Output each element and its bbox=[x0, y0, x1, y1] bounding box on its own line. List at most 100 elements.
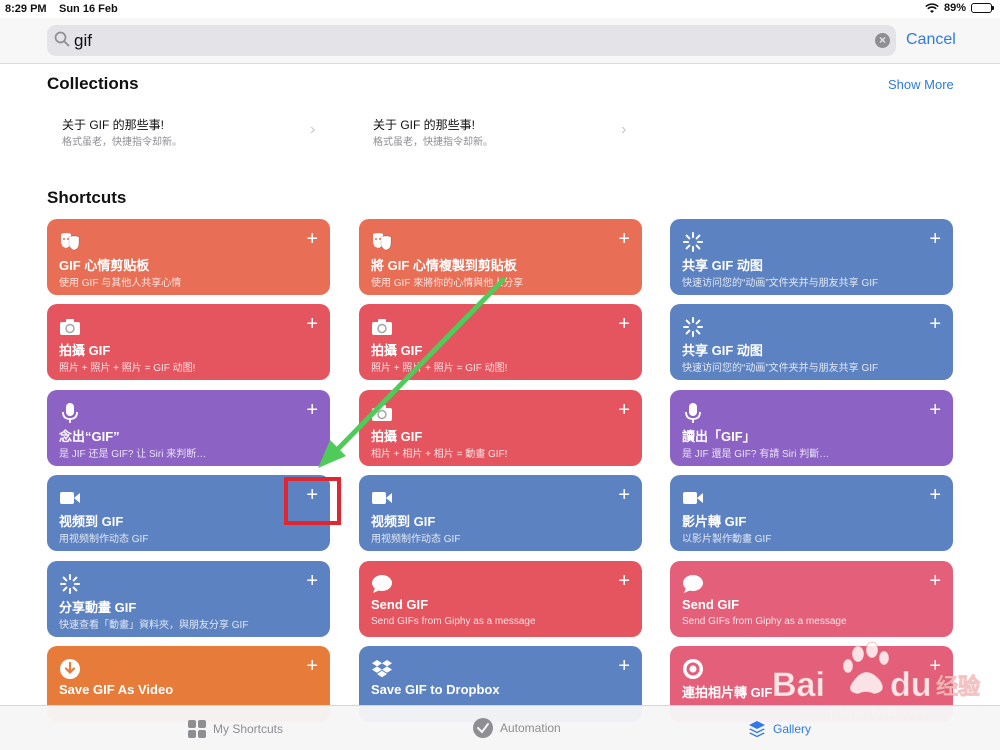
shortcut-card[interactable]: + Send GIF Send GIFs from Giphy as a messa… bbox=[359, 561, 642, 637]
show-more-link[interactable]: Show More bbox=[888, 77, 954, 92]
shortcut-title: 念出“GIF” bbox=[59, 429, 120, 444]
shortcut-subtitle: Send GIFs from Giphy as a message bbox=[371, 616, 536, 627]
svg-text:Bai: Bai bbox=[772, 666, 825, 704]
tab-bar: My Shortcuts Automation Gallery bbox=[0, 705, 1000, 750]
collection-subtitle: 格式虽老，快捷指令却新。 bbox=[62, 137, 182, 148]
shortcut-title: Save GIF As Video bbox=[59, 682, 174, 697]
dropbox-icon bbox=[371, 658, 393, 680]
wifi-icon bbox=[925, 2, 939, 13]
layers-icon bbox=[749, 721, 765, 738]
video-camera-icon bbox=[59, 487, 81, 509]
shortcut-subtitle: 使用 GIF 与其他人共享心情 bbox=[59, 278, 182, 289]
shortcut-title: 影片轉 GIF bbox=[682, 514, 747, 529]
shortcut-card[interactable]: + 讀出「GIF」是 JIF 還是 GIF? 有請 Siri 判斷… bbox=[670, 390, 953, 466]
shortcut-subtitle: 用视频制作动态 GIF bbox=[371, 534, 461, 545]
shortcut-card[interactable]: + 念出“GIF” 是 JIF 还是 GIF? 让 Siri 来判断… bbox=[47, 390, 330, 466]
shortcut-title: 共享 GIF 动图 bbox=[682, 343, 763, 358]
speech-bubble-icon bbox=[682, 573, 704, 595]
shortcut-subtitle: 照片 + 照片 + 照片 = GIF 动图! bbox=[59, 363, 196, 374]
shortcut-subtitle: 照片 + 照片 + 照片 = GIF 动图! bbox=[371, 363, 508, 374]
shortcut-card[interactable]: + Send GIF Send GIFs from Giphy as a messa… bbox=[670, 561, 953, 637]
camera-icon bbox=[371, 402, 393, 424]
svg-text:经验: 经验 bbox=[936, 674, 980, 700]
grid-icon bbox=[188, 720, 206, 738]
shortcut-card[interactable]: + 拍攝 GIF 相片 + 相片 + 相片 = 動畫 GIF! bbox=[359, 390, 642, 466]
add-shortcut-plus-icon[interactable]: + bbox=[618, 229, 630, 249]
shortcut-subtitle: 是 JIF 还是 GIF? 让 Siri 来判断… bbox=[59, 449, 207, 460]
add-shortcut-plus-icon[interactable]: + bbox=[618, 571, 630, 591]
shortcut-card[interactable]: + 分享動畫 GIF 快速查看「動畫」資料夾，與朋友分享 GIF bbox=[47, 561, 330, 637]
collections-heading: Collections bbox=[47, 74, 139, 93]
add-shortcut-plus-icon[interactable]: + bbox=[306, 571, 318, 591]
tab-automation[interactable]: Automation bbox=[472, 717, 561, 739]
shortcut-title: 分享動畫 GIF bbox=[59, 600, 137, 615]
shortcut-subtitle: 用视频制作动态 GIF bbox=[59, 534, 149, 545]
shortcut-card[interactable]: + 拍攝 GIF 照片 + 照片 + 照片 = GIF 动图! bbox=[47, 304, 330, 380]
microphone-icon bbox=[59, 402, 81, 424]
shortcut-card[interactable]: + 將 GIF 心情複製到剪貼板 使用 GIF 來將你的心情與他人分享 bbox=[359, 219, 642, 295]
tab-label: Gallery bbox=[773, 722, 812, 736]
add-shortcut-plus-icon[interactable]: + bbox=[618, 656, 630, 676]
shortcut-title: 共享 GIF 动图 bbox=[682, 258, 763, 273]
spinner-icon bbox=[682, 231, 704, 253]
target-icon bbox=[682, 658, 704, 680]
shortcut-card[interactable]: + 拍攝 GIF 照片 + 照片 + 照片 = GIF 动图! bbox=[359, 304, 642, 380]
collection-item[interactable]: 关于 GIF 的那些事! 格式虽老，快捷指令却新。 › bbox=[359, 115, 629, 149]
status-time: 8:29 PM bbox=[5, 3, 47, 15]
camera-icon bbox=[371, 316, 393, 338]
shortcut-card[interactable]: + 影片轉 GIF 以影片製作動畫 GIF bbox=[670, 475, 953, 551]
highlight-box bbox=[284, 477, 341, 525]
shortcut-subtitle: 快速访问您的“动画”文件夹并与朋友共享 GIF bbox=[682, 278, 879, 289]
tab-label: My Shortcuts bbox=[213, 722, 284, 736]
add-shortcut-plus-icon[interactable]: + bbox=[306, 656, 318, 676]
chevron-right-icon: › bbox=[310, 121, 316, 138]
battery-icon bbox=[971, 3, 994, 13]
shortcut-title: 拍攝 GIF bbox=[371, 429, 423, 444]
tab-gallery[interactable]: Gallery bbox=[747, 719, 811, 739]
download-icon bbox=[59, 658, 81, 680]
add-shortcut-plus-icon[interactable]: + bbox=[306, 400, 318, 420]
shortcut-card[interactable]: + 共享 GIF 动图快速访问您的“动画”文件夹并与朋友共享 GIF bbox=[670, 219, 953, 295]
shortcut-card[interactable]: + 共享 GIF 动图快速访问您的“动画”文件夹并与朋友共享 GIF bbox=[670, 304, 953, 380]
collection-title: 关于 GIF 的那些事! bbox=[373, 118, 476, 132]
status-date: Sun 16 Feb bbox=[59, 3, 118, 15]
add-shortcut-plus-icon[interactable]: + bbox=[929, 571, 941, 591]
shortcut-title: Send GIF bbox=[371, 597, 429, 612]
add-shortcut-plus-icon[interactable]: + bbox=[929, 400, 941, 420]
search-field[interactable]: × bbox=[47, 25, 896, 56]
shortcut-subtitle: Send GIFs from Giphy as a message bbox=[682, 616, 847, 627]
add-shortcut-plus-icon[interactable]: + bbox=[306, 314, 318, 334]
masks-icon bbox=[59, 231, 81, 253]
status-bar: 8:29 PM Sun 16 Feb 89% bbox=[0, 0, 1000, 18]
microphone-icon bbox=[682, 402, 704, 424]
cancel-button[interactable]: Cancel bbox=[906, 31, 956, 49]
shortcut-card[interactable]: + 视频到 GIF 用视频制作动态 GIF bbox=[359, 475, 642, 551]
chevron-right-icon: › bbox=[621, 121, 627, 138]
add-shortcut-plus-icon[interactable]: + bbox=[618, 314, 630, 334]
search-input[interactable] bbox=[74, 29, 854, 52]
tab-label: Automation bbox=[500, 721, 561, 735]
add-shortcut-plus-icon[interactable]: + bbox=[618, 400, 630, 420]
shortcut-title: Save GIF to Dropbox bbox=[371, 682, 500, 697]
video-camera-icon bbox=[371, 487, 393, 509]
shortcut-subtitle: 快速访问您的“动画”文件夹并与朋友共享 GIF bbox=[682, 363, 879, 374]
spinner-icon bbox=[682, 316, 704, 338]
add-shortcut-plus-icon[interactable]: + bbox=[929, 229, 941, 249]
video-camera-icon bbox=[682, 487, 704, 509]
add-shortcut-plus-icon[interactable]: + bbox=[929, 314, 941, 334]
shortcut-title: Send GIF bbox=[682, 597, 740, 612]
shortcut-subtitle: 是 JIF 還是 GIF? 有請 Siri 判斷… bbox=[682, 449, 830, 460]
add-shortcut-plus-icon[interactable]: + bbox=[306, 229, 318, 249]
add-shortcut-plus-icon[interactable]: + bbox=[618, 485, 630, 505]
shortcut-title: 拍攝 GIF bbox=[371, 343, 423, 358]
clear-search-icon[interactable]: × bbox=[875, 33, 890, 48]
shortcut-title: 视频到 GIF bbox=[59, 514, 124, 529]
shortcut-title: 讀出「GIF」 bbox=[682, 429, 756, 444]
tab-my-shortcuts[interactable]: My Shortcuts bbox=[187, 719, 283, 739]
shortcut-subtitle: 使用 GIF 來將你的心情與他人分享 bbox=[371, 278, 524, 289]
shortcut-title: 视频到 GIF bbox=[371, 514, 436, 529]
shortcut-card[interactable]: + GIF 心情剪贴板 使用 GIF 与其他人共享心情 bbox=[47, 219, 330, 295]
shortcut-subtitle: 以影片製作動畫 GIF bbox=[682, 534, 772, 545]
add-shortcut-plus-icon[interactable]: + bbox=[929, 485, 941, 505]
collection-item[interactable]: 关于 GIF 的那些事! 格式虽老，快捷指令却新。 › bbox=[48, 115, 318, 149]
